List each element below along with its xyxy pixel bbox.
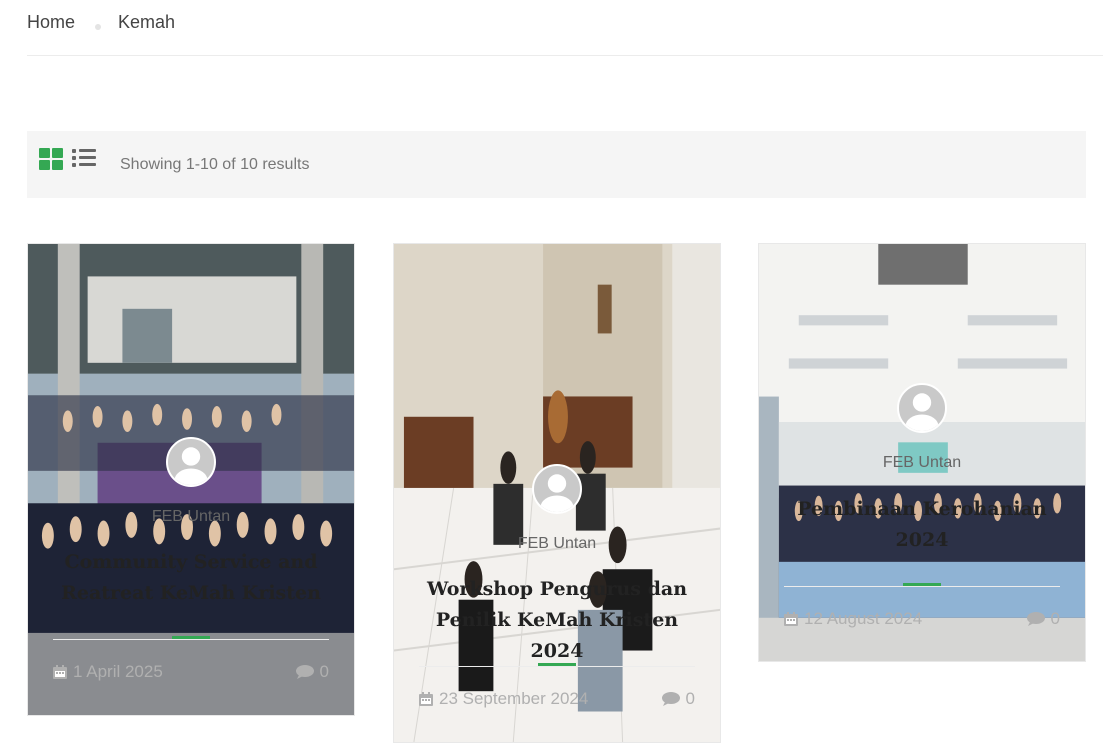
author-avatar-icon	[532, 464, 582, 514]
post-title-link[interactable]: Community Service and Reatreat KeMah Kri…	[28, 547, 354, 609]
post-comments-link[interactable]: 0	[1026, 609, 1060, 629]
post-comments-link[interactable]: 0	[661, 689, 695, 709]
post-date-text: 1 April 2025	[73, 662, 163, 681]
results-toolbar: Showing 1-10 of 10 results	[27, 131, 1086, 198]
breadcrumb-current: Kemah	[118, 12, 176, 32]
card-divider	[784, 586, 1060, 587]
post-date-text: 23 September 2024	[439, 689, 589, 708]
card-divider	[419, 666, 695, 667]
post-thumbnail[interactable]	[759, 244, 1085, 661]
post-meta: 23 September 2024 0	[419, 689, 695, 709]
post-title-link[interactable]: Pembinaan Kerohanian 2024	[759, 494, 1085, 556]
hall-photo-image	[759, 244, 1085, 661]
post-date-text: 12 August 2024	[804, 609, 923, 628]
post-card: FEB Untan Community Service and Reatreat…	[27, 243, 355, 716]
post-meta: 1 April 2025 0	[53, 662, 329, 682]
calendar-icon	[784, 612, 798, 626]
post-date: 12 August 2024	[784, 609, 922, 629]
breadcrumb-separator	[95, 24, 102, 30]
post-author: FEB Untan	[882, 454, 962, 471]
calendar-icon	[53, 665, 67, 679]
post-date: 1 April 2025	[53, 662, 163, 682]
card-divider	[53, 639, 329, 640]
post-comments-link[interactable]: 0	[295, 662, 329, 682]
post-card: FEB Untan Pembinaan Kerohanian 2024 12 A…	[758, 243, 1086, 662]
calendar-icon	[419, 692, 433, 706]
comment-icon	[1026, 612, 1045, 626]
post-card: FEB Untan Workshop Pengurus dan Penilik …	[393, 243, 721, 743]
post-date: 23 September 2024	[419, 689, 588, 709]
breadcrumb-home-link[interactable]: Home	[27, 10, 75, 34]
post-comments-count: 0	[685, 689, 695, 708]
post-comments-count: 0	[1050, 609, 1060, 628]
author-avatar-icon	[166, 437, 216, 487]
post-comments-count: 0	[319, 662, 329, 681]
comment-icon	[661, 692, 680, 706]
breadcrumb: Home Kemah	[27, 10, 1103, 56]
post-author: FEB Untan	[517, 535, 597, 552]
post-author: FEB Untan	[151, 508, 231, 525]
results-count: Showing 1-10 of 10 results	[120, 156, 310, 173]
comment-icon	[295, 665, 314, 679]
post-meta: 12 August 2024 0	[784, 609, 1060, 629]
list-view-icon[interactable]	[72, 148, 96, 168]
post-title-link[interactable]: Workshop Pengurus dan Penilik KeMah Kris…	[394, 574, 720, 667]
grid-view-icon[interactable]	[39, 148, 63, 170]
author-avatar-icon	[897, 383, 947, 433]
